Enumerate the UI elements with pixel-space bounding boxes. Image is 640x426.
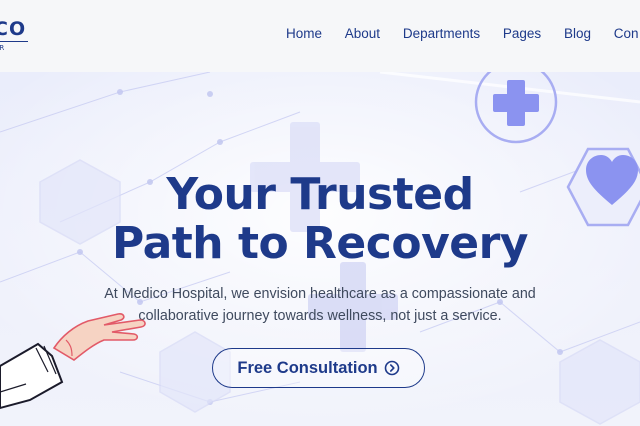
hero-headline-line1: Your Trusted [166,169,474,220]
nav-home[interactable]: Home [286,26,322,41]
nav-pages[interactable]: Pages [503,26,541,41]
reaching-hand-illustration [0,313,146,410]
hero-headline: Your Trusted Path to Recovery [0,170,640,268]
logo-underline [0,41,28,42]
circle-chevron-right-icon [384,360,400,376]
navbar: CO ER Home About Departments Pages Blog … [0,0,640,72]
nav-blog[interactable]: Blog [564,26,591,41]
free-consultation-button[interactable]: Free Consultation [212,348,425,388]
main-nav: Home About Departments Pages Blog Con [286,26,640,41]
nav-contact[interactable]: Con [614,26,639,41]
logo[interactable]: CO ER [0,18,28,52]
logo-text: CO [0,18,27,40]
nav-departments[interactable]: Departments [403,26,480,41]
logo-tagline: ER [0,44,6,52]
nav-about[interactable]: About [345,26,380,41]
cta-label: Free Consultation [237,358,378,377]
hero-description-line2: collaborative journey towards wellness, … [138,308,502,324]
hero-headline-line2: Path to Recovery [112,218,528,269]
